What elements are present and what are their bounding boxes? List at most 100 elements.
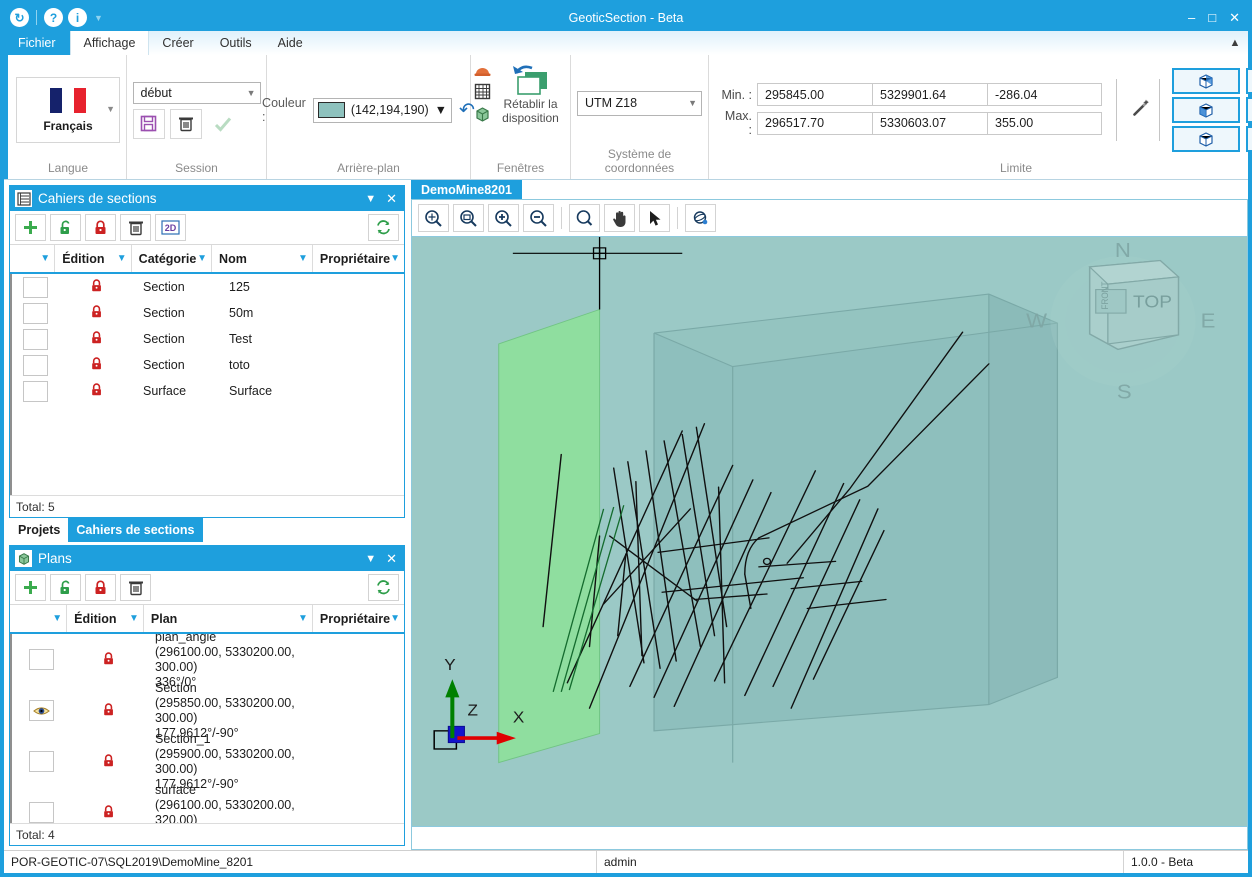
save-icon[interactable] [132, 108, 165, 139]
hardhat-icon[interactable] [474, 63, 491, 80]
row-checkbox[interactable] [28, 751, 54, 772]
close-button[interactable]: ✕ [1229, 11, 1240, 24]
2d-icon[interactable]: 2D [155, 214, 186, 241]
table-row[interactable]: Section Test [12, 326, 404, 352]
chevron-up-icon[interactable]: ▲ [1222, 31, 1248, 55]
table-row[interactable]: Section (295850.00, 5330200.00, 300.00) … [12, 681, 404, 740]
row-checkbox[interactable] [22, 302, 48, 324]
apply-icon[interactable] [206, 108, 239, 139]
lock-icon[interactable] [102, 702, 116, 720]
tab-fichier[interactable]: Fichier [4, 31, 70, 55]
zoom-fit-icon[interactable] [569, 204, 600, 232]
column-header-nom[interactable]: Nom ▼ [212, 245, 313, 272]
chevron-down-icon[interactable]: ▼ [363, 193, 378, 205]
session-combo[interactable]: début ▼ [132, 81, 261, 104]
table-row[interactable]: Section 125 [12, 274, 404, 300]
chevron-down-icon[interactable]: ▼ [682, 98, 697, 108]
magic-wand-icon[interactable] [1131, 98, 1151, 123]
cube-view-3-icon[interactable] [1172, 97, 1240, 123]
zoom-window-icon[interactable] [418, 204, 449, 232]
lock-icon[interactable] [90, 382, 104, 400]
lock-icon[interactable] [90, 330, 104, 348]
limit-max-x[interactable]: 296517.70 [757, 111, 872, 135]
help-icon[interactable]: ? [44, 8, 63, 27]
refresh-icon[interactable] [368, 214, 399, 241]
row-checkbox[interactable] [22, 328, 48, 350]
lock-icon[interactable] [102, 651, 116, 669]
tab-affichage[interactable]: Affichage [69, 31, 150, 55]
background-color-combo[interactable]: (142,194,190) ▼ [312, 97, 453, 123]
refresh-icon[interactable]: ↻ [10, 8, 29, 27]
cube-view-5-icon[interactable] [1172, 126, 1240, 152]
table-row[interactable]: surface (296100.00, 5330200.00, 320.00) … [12, 783, 404, 823]
column-header-proprietaire[interactable]: Propriétaire ▼ [313, 245, 404, 272]
select-icon[interactable] [639, 204, 670, 232]
language-selector[interactable]: Français ▼ [16, 77, 120, 143]
lock-icon[interactable] [90, 278, 104, 296]
filter-icon[interactable]: ▼ [52, 613, 62, 624]
orbit-icon[interactable] [685, 204, 716, 232]
chevron-down-icon[interactable]: ▼ [106, 104, 115, 114]
filter-icon[interactable]: ▼ [390, 613, 400, 624]
lock-icon[interactable] [90, 356, 104, 374]
chevron-down-icon[interactable]: ▼ [435, 103, 447, 117]
minimize-button[interactable]: – [1188, 11, 1195, 24]
cube-icon[interactable] [474, 106, 491, 126]
info-icon[interactable]: i [68, 8, 87, 27]
row-checkbox[interactable] [28, 649, 54, 670]
table-row[interactable]: Surface Surface [12, 378, 404, 404]
cube-view-2-icon[interactable] [1246, 68, 1252, 94]
unlock-icon[interactable] [50, 574, 81, 601]
column-header-edition[interactable]: Édition ▼ [67, 605, 144, 632]
table-row[interactable]: plan_angle (296100.00, 5330200.00, 300.0… [12, 634, 404, 689]
unlock-icon[interactable] [50, 214, 81, 241]
lock-icon[interactable] [102, 753, 116, 771]
zoom-extent-icon[interactable] [453, 204, 484, 232]
limit-max-z[interactable]: 355.00 [987, 111, 1102, 135]
filter-icon[interactable]: ▼ [390, 253, 400, 264]
chevron-down-icon[interactable]: ▼ [363, 553, 378, 565]
column-header-edition[interactable]: Édition ▼ [55, 245, 132, 272]
limit-max-y[interactable]: 5330603.07 [872, 111, 987, 135]
tab-cahiers-de-sections[interactable]: Cahiers de sections [68, 518, 203, 542]
column-header-categorie[interactable]: Catégorie ▼ [132, 245, 213, 272]
delete-icon[interactable] [120, 214, 151, 241]
filter-icon[interactable]: ▼ [129, 613, 139, 624]
document-tab-demomine8201[interactable]: DemoMine8201 [411, 180, 523, 199]
refresh-icon[interactable] [368, 574, 399, 601]
row-checkbox[interactable] [22, 354, 48, 376]
zoom-in-icon[interactable] [488, 204, 519, 232]
column-header-select[interactable]: ▼ [10, 605, 68, 632]
filter-icon[interactable]: ▼ [298, 253, 308, 264]
visibility-toggle[interactable] [28, 700, 54, 721]
lock-icon[interactable] [90, 304, 104, 322]
limit-min-y[interactable]: 5329901.64 [872, 83, 987, 106]
cube-view-6-icon[interactable] [1246, 126, 1252, 152]
column-header-select[interactable]: ▼ [10, 245, 56, 272]
filter-icon[interactable]: ▼ [117, 253, 127, 264]
pan-icon[interactable] [604, 204, 635, 232]
tab-aide[interactable]: Aide [265, 31, 316, 55]
delete-icon[interactable] [120, 574, 151, 601]
filter-icon[interactable]: ▼ [298, 613, 308, 624]
add-icon[interactable] [15, 214, 46, 241]
cube-view-4-icon[interactable] [1246, 97, 1252, 123]
column-header-plan[interactable]: Plan ▼ [144, 605, 313, 632]
lock-icon[interactable] [85, 574, 116, 601]
row-checkbox[interactable] [22, 276, 48, 298]
tab-creer[interactable]: Créer [149, 31, 206, 55]
scene-3d[interactable]: TOP FRONT N E S W Y Z X [412, 237, 1247, 826]
filter-icon[interactable]: ▼ [197, 253, 207, 264]
maximize-button[interactable]: □ [1208, 11, 1216, 24]
grid-icon[interactable] [474, 83, 491, 103]
reset-layout-button[interactable]: Rétablir la disposition [494, 63, 568, 125]
coordinate-system-combo[interactable]: UTM Z18 ▼ [577, 90, 702, 116]
filter-icon[interactable]: ▼ [40, 253, 50, 264]
close-icon[interactable]: ✕ [384, 191, 399, 207]
tab-projets[interactable]: Projets [10, 518, 68, 542]
table-row[interactable]: Section 50m [12, 300, 404, 326]
chevron-down-icon[interactable]: ▼ [241, 88, 256, 98]
viewport-canvas[interactable]: TOP FRONT N E S W Y Z X [412, 237, 1247, 826]
table-row[interactable]: Section toto [12, 352, 404, 378]
row-checkbox[interactable] [28, 802, 54, 823]
